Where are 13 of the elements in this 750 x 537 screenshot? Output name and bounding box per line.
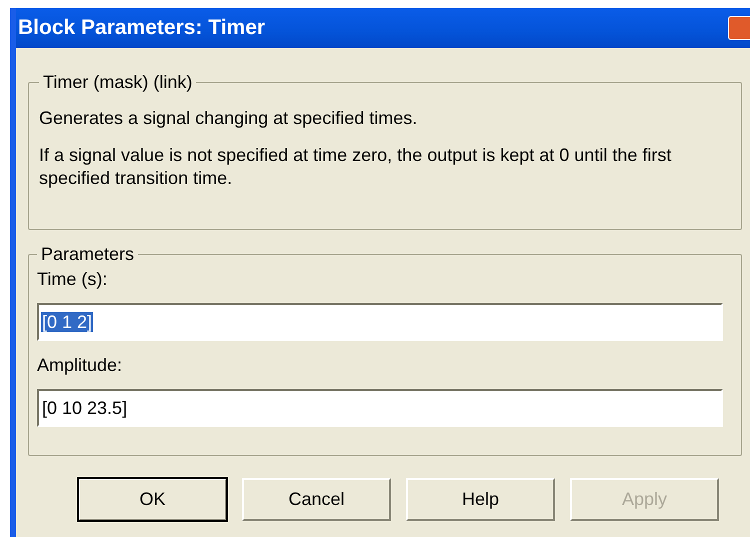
group-title: Timer (mask) (link) — [42, 72, 194, 93]
dialog-button[interactable]: Help — [406, 478, 555, 521]
field-label: Time (s): — [37, 269, 108, 290]
description-text: Generates a signal changing at specified times. — [39, 107, 418, 130]
field-label: Amplitude: — [37, 355, 122, 376]
description-text: If a signal value is not specified at time zero, the output is kept at 0 until the first specified transition time. — [39, 144, 672, 190]
input-field[interactable]: [0 1 2] — [37, 303, 723, 341]
window-title: Block Parameters: Timer — [18, 16, 266, 40]
input-field[interactable]: [0 10 23.5] — [37, 389, 723, 427]
group-title: Parameters — [40, 244, 136, 265]
dialog-button[interactable]: Cancel — [242, 478, 391, 521]
close-button[interactable] — [728, 16, 750, 40]
dialog-button[interactable]: OK — [78, 478, 227, 521]
